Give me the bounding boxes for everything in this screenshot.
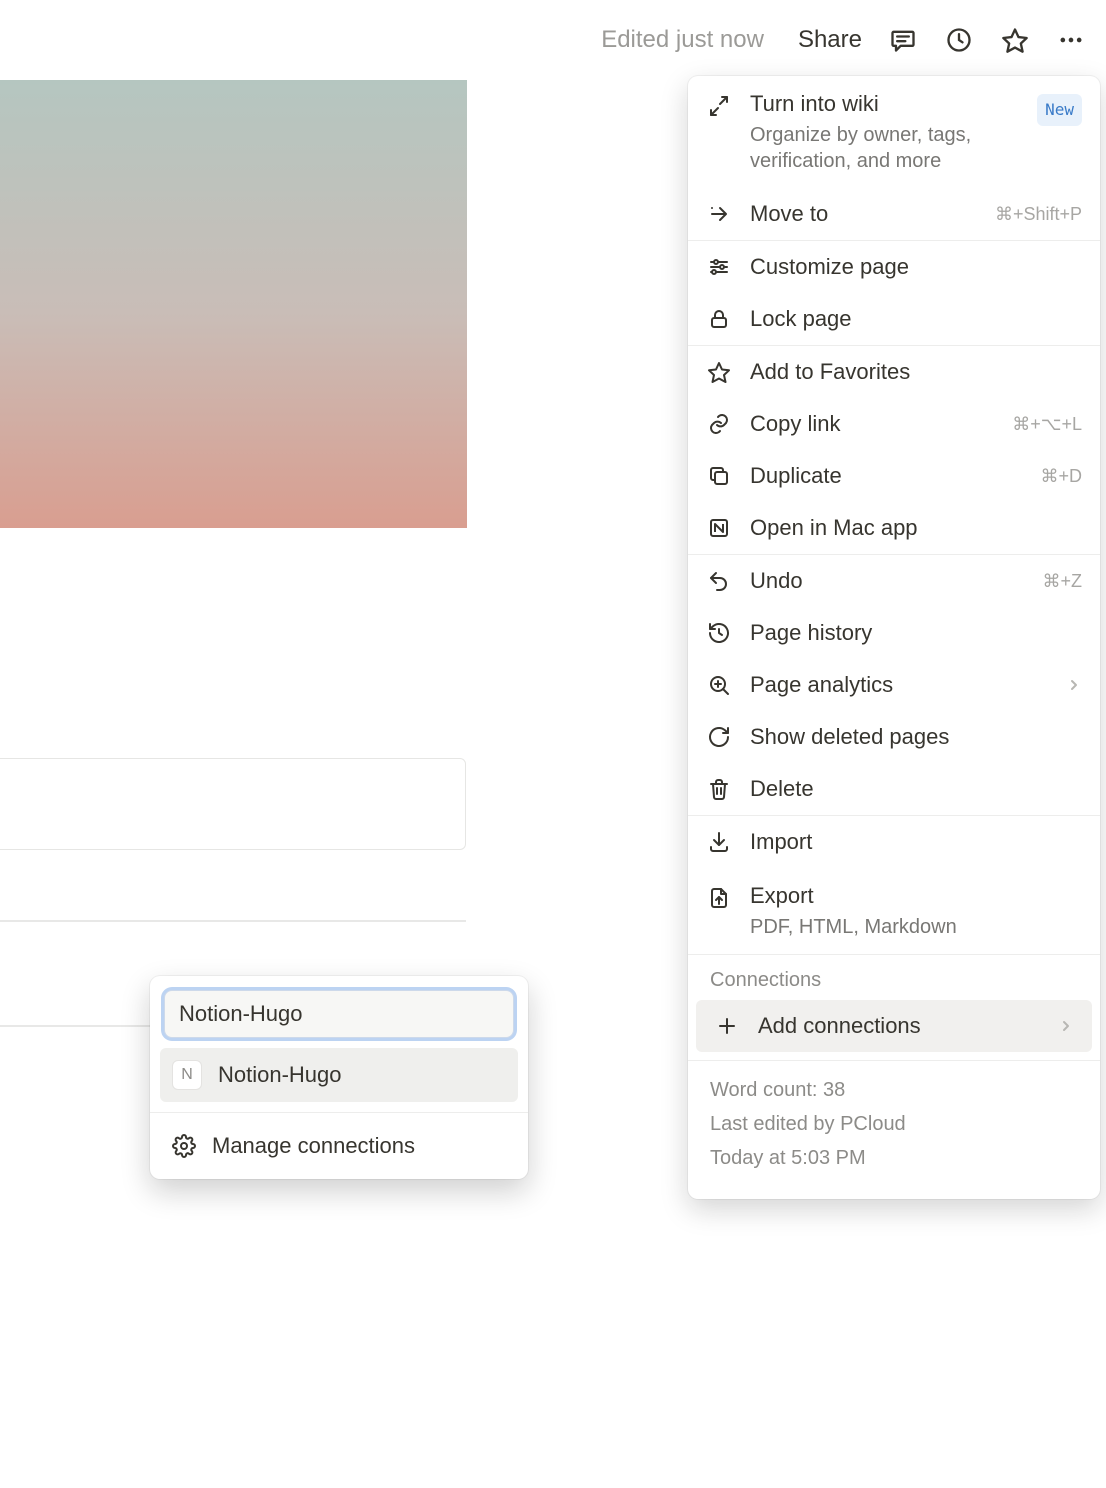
manage-connections-label: Manage connections [212,1133,415,1159]
comments-icon[interactable] [888,25,918,55]
menu-customize-page[interactable]: Customize page [688,241,1100,293]
topbar: Edited just now Share [0,0,1106,80]
shortcut-label: ⌘+D [1040,462,1082,490]
shortcut-label: ⌘+⌥+L [1012,410,1082,438]
shortcut-label: ⌘+Shift+P [995,200,1082,228]
menu-label: Move to [750,200,977,228]
star-icon [706,359,732,385]
connections-popover: N Notion-Hugo Manage connections [150,976,528,1179]
connections-search-input[interactable] [164,990,514,1038]
gear-icon [172,1134,196,1158]
clock-icon[interactable] [944,25,974,55]
manage-connections[interactable]: Manage connections [150,1123,528,1169]
page-cover [0,80,467,528]
menu-label: Show deleted pages [750,723,1082,751]
export-icon [706,885,732,911]
menu-export[interactable]: Export PDF, HTML, Markdown [688,868,1100,954]
connection-tile-icon: N [172,1060,202,1090]
undo-icon [706,568,732,594]
menu-turn-into-wiki[interactable]: Turn into wiki Organize by owner, tags, … [688,76,1100,188]
move-icon [706,201,732,227]
sliders-icon [706,254,732,280]
plus-icon [714,1013,740,1039]
menu-show-deleted[interactable]: Show deleted pages [688,711,1100,763]
menu-copy-link[interactable]: Copy link ⌘+⌥+L [688,398,1100,450]
menu-label: Copy link [750,410,994,438]
menu-page-analytics[interactable]: Page analytics [688,659,1100,711]
menu-label: Delete [750,775,1082,803]
notion-app-icon [706,515,732,541]
menu-sub: Organize by owner, tags, verification, a… [750,122,990,174]
connections-header: Connections [688,955,1100,1000]
analytics-icon [706,672,732,698]
word-count: Word count: 38 [710,1073,1078,1107]
new-badge: New [1037,94,1082,126]
edit-timestamp: Today at 5:03 PM [710,1141,1078,1175]
menu-label: Customize page [750,253,1082,281]
trash-icon [706,776,732,802]
connection-result-label: Notion-Hugo [218,1062,342,1088]
menu-duplicate[interactable]: Duplicate ⌘+D [688,450,1100,502]
page-block-outline [0,758,466,850]
menu-label: Undo [750,567,1024,595]
menu-import[interactable]: Import [688,816,1100,868]
menu-label: Page analytics [750,671,1048,699]
history-icon [706,620,732,646]
menu-page-history[interactable]: Page history [688,607,1100,659]
star-icon[interactable] [1000,25,1030,55]
menu-label: Page history [750,619,1082,647]
page-actions-menu: Turn into wiki Organize by owner, tags, … [688,76,1100,1199]
edited-label: Edited just now [601,26,764,54]
menu-open-mac-app[interactable]: Open in Mac app [688,502,1100,554]
share-button[interactable]: Share [798,26,862,54]
more-icon[interactable] [1056,25,1086,55]
menu-add-favorites[interactable]: Add to Favorites [688,346,1100,398]
menu-add-connections[interactable]: Add connections [696,1000,1092,1052]
menu-label: Export [750,882,1082,910]
menu-undo[interactable]: Undo ⌘+Z [688,555,1100,607]
menu-move-to[interactable]: Move to ⌘+Shift+P [688,188,1100,240]
menu-lock-page[interactable]: Lock page [688,293,1100,345]
menu-label: Import [750,828,1082,856]
link-icon [706,411,732,437]
menu-label: Add connections [758,1012,1040,1040]
menu-label: Open in Mac app [750,514,1082,542]
menu-delete[interactable]: Delete [688,763,1100,815]
duplicate-icon [706,463,732,489]
lock-icon [706,306,732,332]
wiki-icon [706,93,732,119]
menu-label: Turn into wiki [750,90,1019,118]
chevron-right-icon [1058,1018,1074,1034]
page-divider [0,920,466,922]
menu-label: Duplicate [750,462,1022,490]
import-icon [706,829,732,855]
menu-sub: PDF, HTML, Markdown [750,914,1082,940]
menu-footer: Word count: 38 Last edited by PCloud Tod… [688,1061,1100,1199]
chevron-right-icon [1066,677,1082,693]
shortcut-label: ⌘+Z [1042,567,1082,595]
menu-label: Lock page [750,305,1082,333]
connection-result[interactable]: N Notion-Hugo [160,1048,518,1102]
last-edited: Last edited by PCloud [710,1107,1078,1141]
menu-label: Add to Favorites [750,358,1082,386]
restore-icon [706,724,732,750]
